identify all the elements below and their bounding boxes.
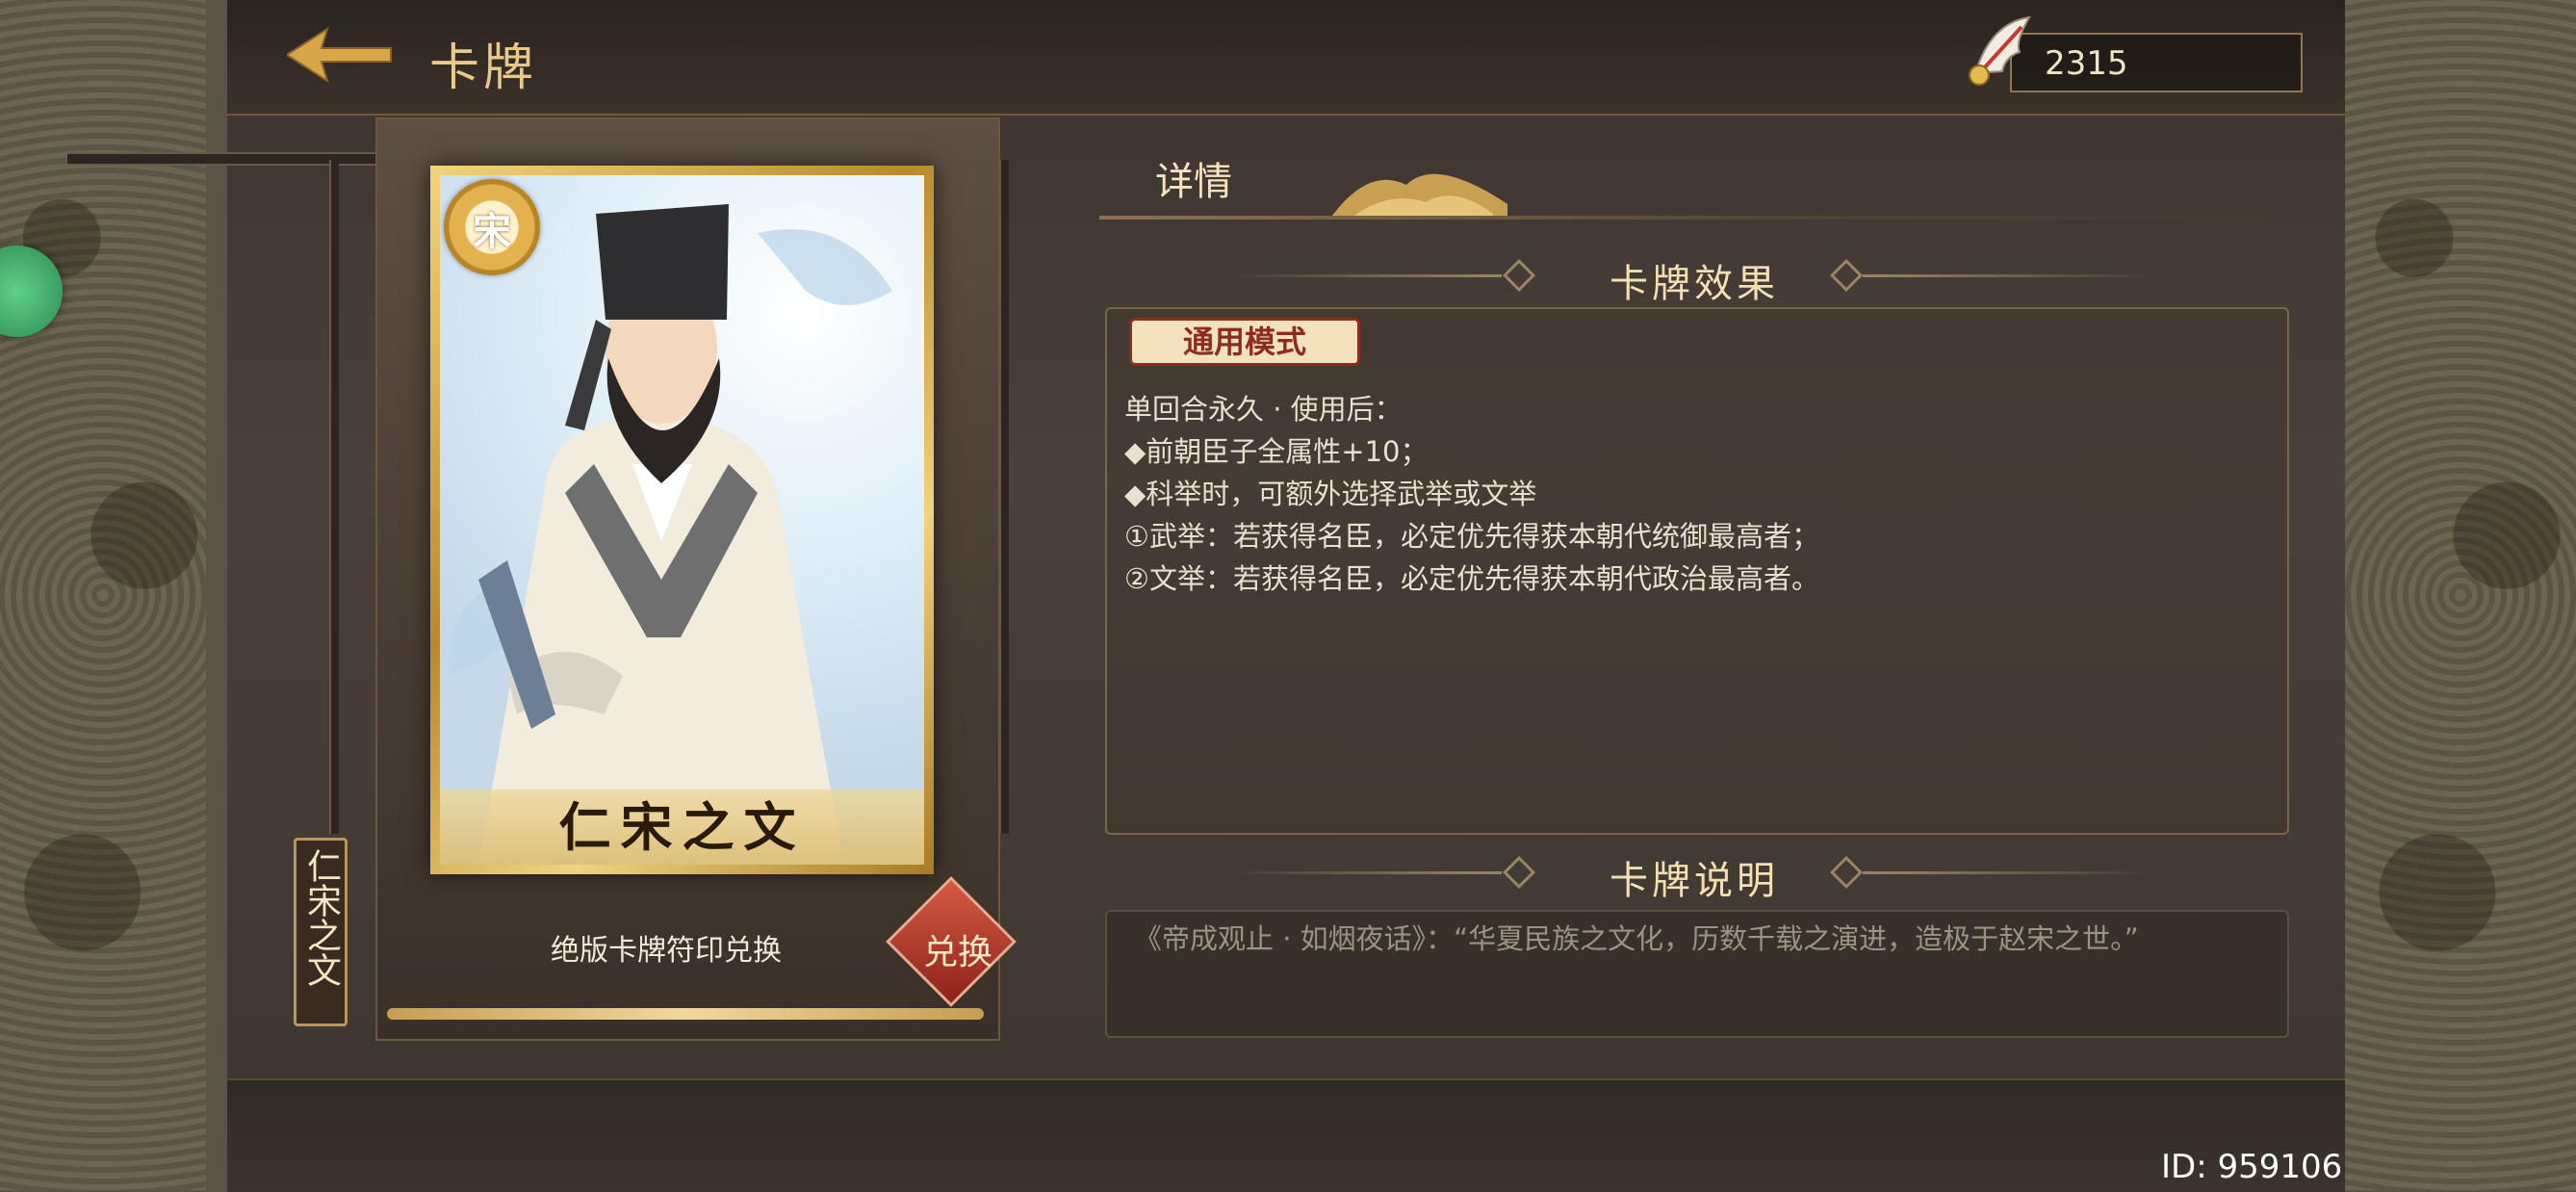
card-name: 仁宋之文 bbox=[440, 790, 924, 865]
back-button[interactable] bbox=[285, 21, 393, 89]
page-title: 卡牌 bbox=[429, 39, 538, 97]
dynasty-badge-label: 宋 bbox=[473, 210, 511, 254]
arrow-left-icon bbox=[285, 26, 392, 84]
card-rail-post-left bbox=[329, 160, 339, 834]
effect-line: ◆前朝臣子全属性+10； bbox=[1124, 435, 1429, 468]
edge-badge-value: 4309 bbox=[0, 267, 2, 353]
effect-line: ①武举：若获得名臣，必定优先得获本朝代统御最高者； bbox=[1124, 520, 1819, 553]
header-bar: 卡牌 2315 bbox=[227, 0, 2345, 116]
effect-section-title: 卡牌效果 bbox=[1610, 262, 1779, 306]
player-id: ID: 959106 bbox=[2161, 1148, 2343, 1186]
ornament-line-left bbox=[1232, 274, 1502, 277]
tab-mountain-decoration bbox=[1329, 173, 1507, 220]
card-portrait: 宋 仁宋之文 bbox=[440, 175, 924, 865]
tab-details[interactable] bbox=[1329, 146, 1507, 220]
ornament-line-right bbox=[1863, 274, 2151, 277]
tab-details-label: 详情 bbox=[1155, 160, 1232, 204]
description-text: 《帝成观止 · 如烟夜话》：“华夏民族之文化，历数千载之演进，造极于赵宋之世。” bbox=[1134, 922, 2139, 955]
effect-line: ②文举：若获得名臣，必定优先得获本朝代政治最高者。 bbox=[1124, 562, 1819, 595]
footer-bar bbox=[227, 1078, 2345, 1192]
card-vertical-tag-text: 仁宋之文 bbox=[301, 848, 341, 987]
mode-banner: 通用模式 bbox=[1129, 318, 1360, 366]
card-progress-bar bbox=[387, 1008, 984, 1020]
description-section-title: 卡牌说明 bbox=[1610, 859, 1779, 903]
ornament-line-right bbox=[1863, 871, 2151, 874]
feather-token-icon bbox=[1969, 15, 2031, 86]
effect-line: 单回合永久 · 使用后： bbox=[1124, 393, 1403, 426]
ornament-line-left bbox=[1232, 871, 1502, 874]
card-vertical-tag: 仁宋之文 bbox=[294, 838, 348, 1026]
left-decorative-wall bbox=[0, 0, 206, 1190]
card-rail-post-right bbox=[999, 160, 1009, 834]
dynasty-badge: 宋 bbox=[444, 179, 540, 275]
currency-display: 2315 bbox=[1969, 15, 2303, 92]
exchange-description: 绝版卡牌符印兑换 bbox=[551, 934, 782, 968]
tab-underline bbox=[1099, 216, 2317, 220]
right-decorative-wall bbox=[2345, 0, 2576, 1190]
card-frame[interactable]: 宋 仁宋之文 bbox=[430, 166, 934, 874]
currency-value: 2315 bbox=[2045, 44, 2128, 83]
scholar-portrait-image bbox=[448, 204, 892, 865]
effect-line: ◆科举时，可额外选择武举或文举 bbox=[1124, 478, 1537, 510]
